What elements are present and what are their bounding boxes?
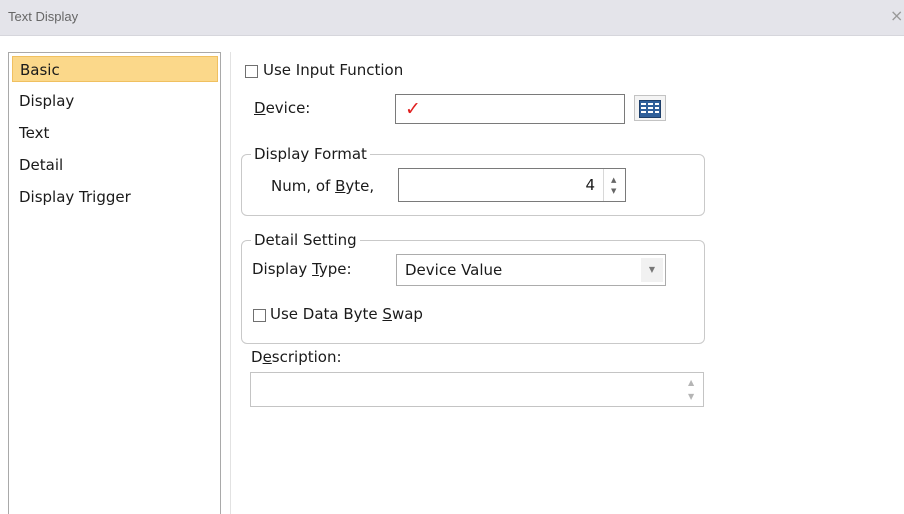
device-required-mark: ✓ xyxy=(405,98,421,120)
nav-item-display[interactable]: Display xyxy=(12,88,218,114)
spin-down-icon[interactable]: ▼ xyxy=(611,187,616,195)
description-scrollbar[interactable]: ▲ ▼ xyxy=(683,373,703,406)
scroll-up-icon[interactable]: ▲ xyxy=(688,379,694,387)
device-browse-button[interactable] xyxy=(634,95,666,121)
pane-divider xyxy=(230,52,231,514)
close-icon[interactable]: × xyxy=(890,6,904,26)
window-title: Text Display xyxy=(8,9,79,24)
nav-item-display-trigger[interactable]: Display Trigger xyxy=(12,184,218,210)
num-of-byte-spinbox[interactable]: 4 ▲ ▼ xyxy=(398,168,626,202)
display-format-title: Display Format xyxy=(251,145,370,163)
spinner[interactable]: ▲ ▼ xyxy=(603,169,625,201)
scroll-down-icon[interactable]: ▼ xyxy=(688,393,694,401)
byte-swap-checkbox[interactable] xyxy=(253,309,266,322)
title-bar: Text Display × xyxy=(0,0,904,36)
display-type-select[interactable]: Device Value ▼ xyxy=(396,254,666,286)
spin-up-icon[interactable]: ▲ xyxy=(611,176,616,184)
display-type-value: Device Value xyxy=(405,261,503,279)
detail-setting-title: Detail Setting xyxy=(251,231,360,249)
nav-item-detail[interactable]: Detail xyxy=(12,152,218,178)
device-input[interactable]: ✓ xyxy=(395,94,625,124)
description-textarea[interactable]: ▲ ▼ xyxy=(250,372,704,407)
use-input-function-checkbox[interactable] xyxy=(245,65,258,78)
display-type-label: Display Type: xyxy=(252,260,352,278)
category-list: Basic Display Text Detail Display Trigge… xyxy=(8,52,221,514)
nav-item-basic[interactable]: Basic xyxy=(12,56,218,82)
byte-swap-label: Use Data Byte Swap xyxy=(270,305,423,323)
nav-item-text[interactable]: Text xyxy=(12,120,218,146)
use-input-function-label: Use Input Function xyxy=(263,61,404,79)
num-of-byte-label: Num, of Byte, xyxy=(271,177,375,195)
device-label: Device: xyxy=(254,99,311,117)
description-label: Description: xyxy=(251,348,342,366)
device-browse-icon xyxy=(639,100,661,118)
chevron-down-icon[interactable]: ▼ xyxy=(641,258,663,282)
num-of-byte-value: 4 xyxy=(585,176,595,194)
